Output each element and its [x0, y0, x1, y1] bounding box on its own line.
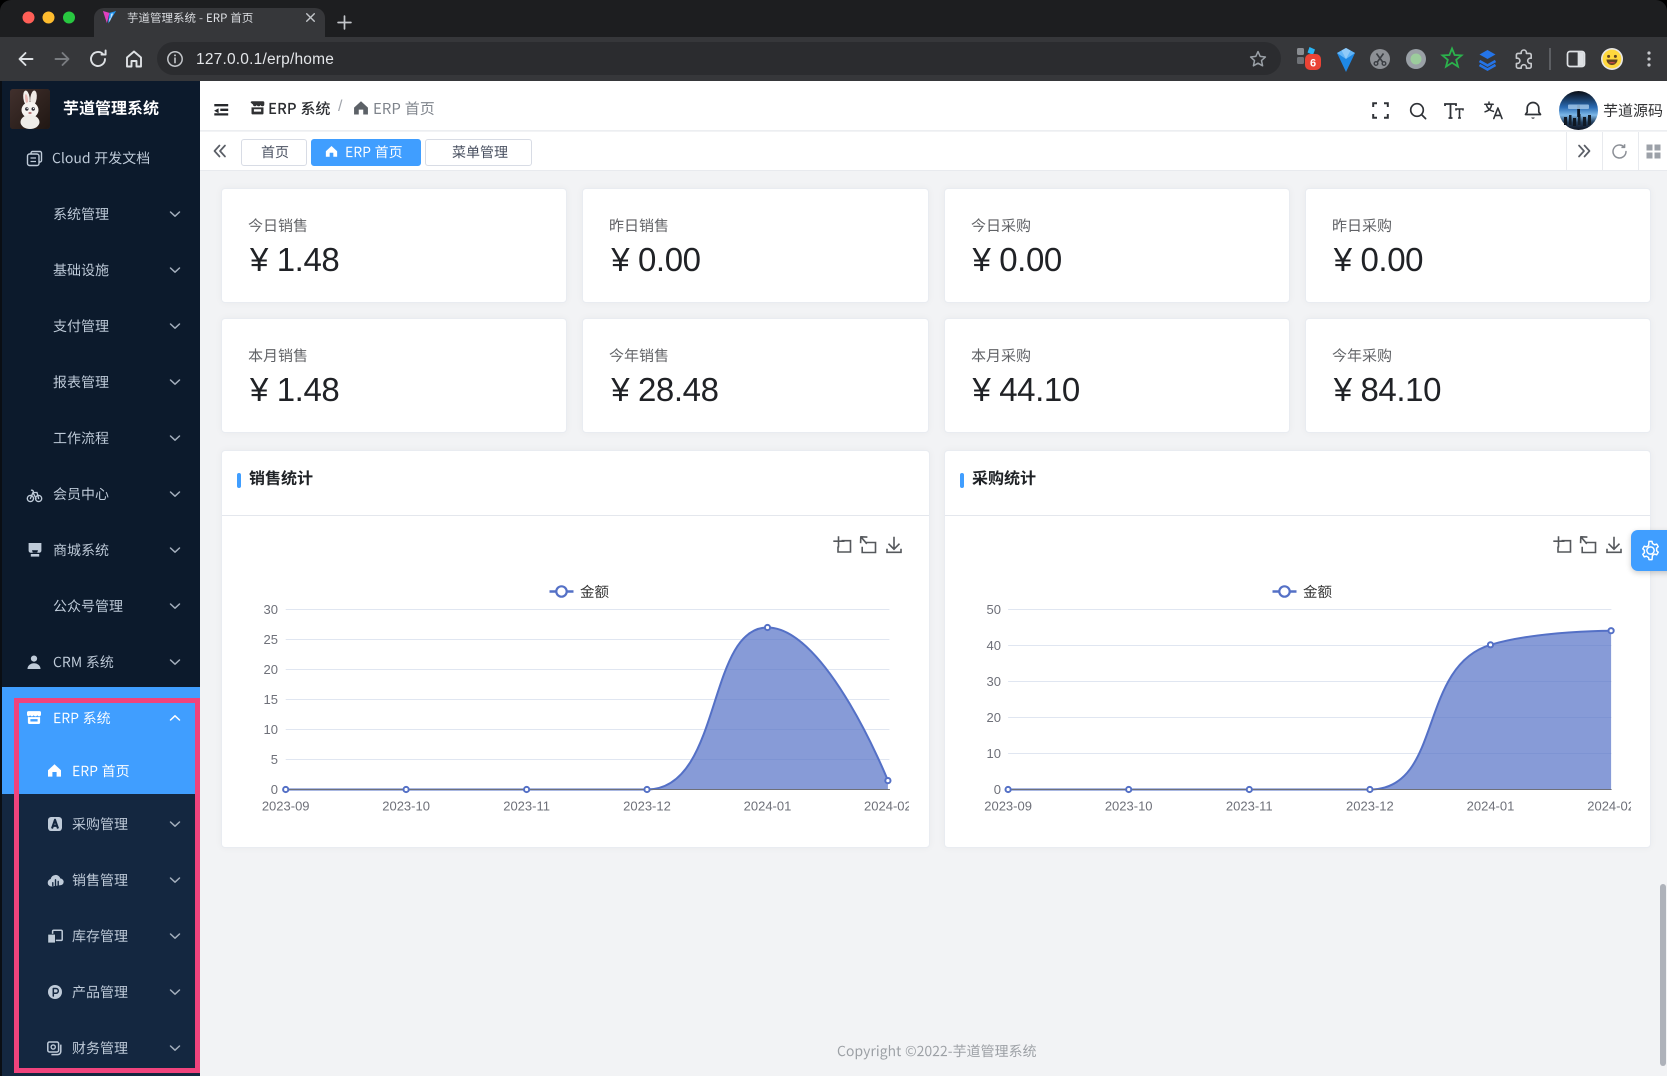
svg-text:10: 10 [986, 746, 1000, 761]
svg-text:25: 25 [264, 632, 278, 647]
svg-text:2023-12: 2023-12 [623, 799, 671, 814]
svg-text:15: 15 [264, 692, 278, 707]
svg-text:2023-09: 2023-09 [262, 799, 310, 814]
svg-text:2023-11: 2023-11 [503, 799, 550, 814]
svg-text:2024-01: 2024-01 [1466, 799, 1514, 814]
svg-text:6: 6 [1310, 58, 1316, 70]
svg-text:5: 5 [271, 752, 278, 767]
svg-text:50: 50 [986, 602, 1000, 617]
svg-text:2024-02: 2024-02 [864, 799, 909, 814]
svg-text:20: 20 [986, 710, 1000, 725]
svg-text:2023-10: 2023-10 [382, 799, 430, 814]
svg-text:2023-10: 2023-10 [1104, 799, 1152, 814]
svg-text:2024-02: 2024-02 [1587, 799, 1631, 814]
svg-text:30: 30 [986, 674, 1000, 689]
svg-text:2023-12: 2023-12 [1346, 799, 1394, 814]
svg-text:10: 10 [264, 722, 278, 737]
svg-text:0: 0 [993, 782, 1000, 797]
svg-text:2023-09: 2023-09 [984, 799, 1032, 814]
svg-text:2024-01: 2024-01 [744, 799, 792, 814]
svg-text:30: 30 [264, 602, 278, 617]
svg-text:0: 0 [271, 782, 278, 797]
svg-text:40: 40 [986, 638, 1000, 653]
svg-text:20: 20 [264, 662, 278, 677]
svg-text:2023-11: 2023-11 [1225, 799, 1272, 814]
